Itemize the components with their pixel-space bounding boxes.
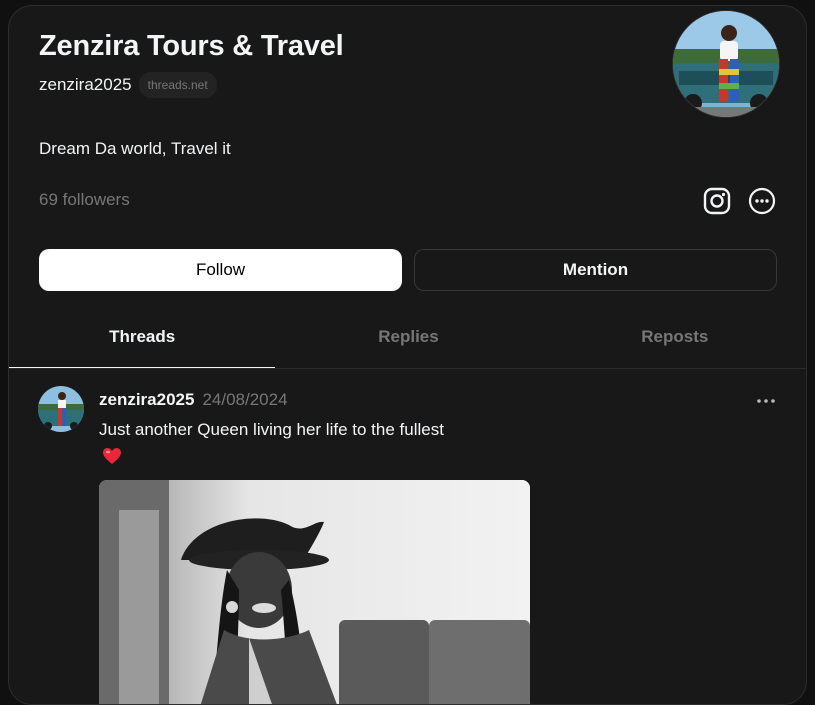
domain-badge[interactable]: threads.net: [138, 72, 217, 98]
tab-replies[interactable]: Replies: [275, 316, 541, 357]
profile-avatar[interactable]: [672, 10, 780, 118]
follow-button-label: Follow: [195, 260, 246, 279]
mention-button-label: Mention: [562, 260, 629, 279]
profile-card: Zenzira Tours & Travel zenzira2025 threa…: [8, 5, 807, 705]
tab-reposts[interactable]: Reposts: [542, 316, 806, 357]
handle-row: zenzira2025 threads.net: [39, 72, 217, 98]
more-options-icon[interactable]: [747, 186, 777, 216]
profile-photo: [673, 11, 779, 117]
post-date[interactable]: 24/08/2024: [202, 390, 287, 410]
profile-tabs: Threads Replies Reposts: [9, 316, 806, 369]
post-avatar[interactable]: [38, 386, 84, 432]
instagram-icon[interactable]: [702, 186, 732, 216]
followers-count[interactable]: 69 followers: [39, 190, 130, 210]
post-more-icon[interactable]: [754, 391, 778, 411]
follow-button[interactable]: Follow: [39, 249, 402, 291]
heart-icon: [102, 447, 122, 470]
post-meta: zenzira2025 24/08/2024: [99, 390, 288, 410]
profile-name: Zenzira Tours & Travel: [39, 30, 344, 62]
tab-threads[interactable]: Threads: [9, 316, 276, 368]
post-photo: [99, 480, 530, 704]
post-image[interactable]: [99, 480, 530, 704]
post-text: Just another Queen living her life to th…: [99, 420, 444, 439]
post-avatar-photo: [38, 386, 84, 432]
profile-handle: zenzira2025: [39, 75, 132, 94]
profile-bio: Dream Da world, Travel it: [39, 139, 231, 158]
mention-button[interactable]: Mention: [414, 249, 777, 291]
post-username[interactable]: zenzira2025: [99, 390, 194, 410]
